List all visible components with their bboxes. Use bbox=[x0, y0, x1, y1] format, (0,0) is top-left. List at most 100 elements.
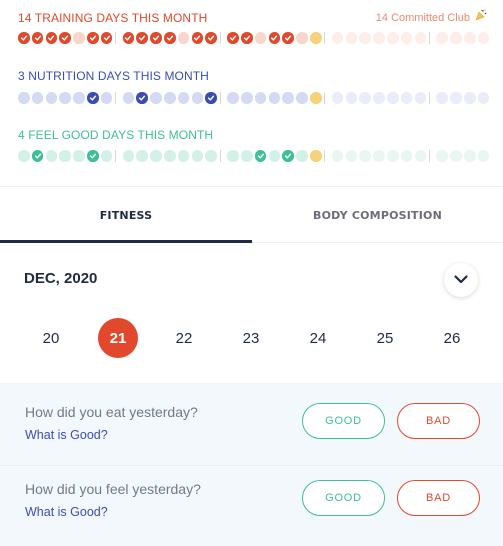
day-dot-done bbox=[254, 150, 267, 162]
day-dot-faint bbox=[387, 92, 399, 104]
day-dot-faint bbox=[373, 92, 385, 104]
day-dot-faint bbox=[359, 92, 371, 104]
day-dot-faint bbox=[331, 92, 344, 104]
month-expand-button[interactable] bbox=[444, 263, 478, 297]
day-dot-light bbox=[122, 150, 135, 162]
day-24[interactable]: 24 bbox=[298, 318, 338, 358]
checkmark-icon bbox=[166, 35, 173, 41]
day-dot-done bbox=[227, 32, 239, 44]
day-dot-light bbox=[18, 150, 30, 162]
day-dot-light bbox=[73, 92, 85, 104]
day-dot-light bbox=[59, 92, 71, 104]
question-divider bbox=[0, 465, 503, 466]
feel-good-button[interactable]: GOOD bbox=[302, 480, 385, 516]
day-dot-faint bbox=[464, 150, 476, 162]
checkmark-icon bbox=[285, 35, 292, 41]
eat-what-is-good-link[interactable]: What is Good? bbox=[25, 428, 108, 442]
day-dot-light bbox=[268, 92, 281, 104]
day-dot-light bbox=[100, 150, 113, 162]
day-selector: 20 21 22 23 24 25 26 bbox=[0, 318, 503, 358]
week-separator bbox=[115, 92, 117, 104]
tab-body-composition[interactable]: BODY COMPOSITION bbox=[252, 187, 503, 243]
checkmark-icon bbox=[271, 35, 278, 41]
checkmark-icon bbox=[62, 35, 69, 41]
day-dot-faint bbox=[436, 32, 448, 44]
eat-good-button[interactable]: GOOD bbox=[302, 403, 385, 439]
day-dot-light bbox=[73, 150, 85, 162]
day-dot-light bbox=[241, 92, 253, 104]
day-dot-faint bbox=[400, 150, 413, 162]
day-dot-light bbox=[227, 150, 239, 162]
day-dot-light bbox=[164, 150, 176, 162]
feel-what-is-good-link[interactable]: What is Good? bbox=[25, 505, 108, 519]
day-dot-light bbox=[296, 92, 308, 104]
week-separator bbox=[219, 32, 221, 44]
day-dot-done bbox=[268, 32, 281, 44]
checkmark-icon bbox=[34, 153, 41, 159]
week-separator bbox=[219, 150, 221, 162]
day-dot-faint bbox=[373, 150, 385, 162]
day-dot-done bbox=[31, 150, 44, 162]
day-dot-faint bbox=[464, 92, 476, 104]
feel-question-text: How did you feel yesterday? bbox=[25, 481, 201, 497]
nutrition-streak-title: 3 NUTRITION DAYS THIS MONTH bbox=[18, 69, 209, 83]
tab-bar: FITNESS BODY COMPOSITION bbox=[0, 186, 503, 243]
day-dot-done bbox=[136, 92, 148, 104]
week-separator bbox=[219, 92, 221, 104]
day-dot-light bbox=[18, 92, 30, 104]
nutrition-streak: 3 NUTRITION DAYS THIS MONTH bbox=[0, 60, 503, 120]
day-dot-future bbox=[296, 32, 308, 44]
checkmark-icon bbox=[285, 153, 292, 159]
day-dot-done bbox=[150, 32, 162, 44]
week-separator bbox=[324, 150, 326, 162]
eat-bad-button[interactable]: BAD bbox=[397, 403, 480, 439]
checkmark-icon bbox=[257, 153, 264, 159]
day-dot-faint bbox=[331, 150, 344, 162]
day-20[interactable]: 20 bbox=[31, 318, 71, 358]
day-dot-done bbox=[31, 32, 44, 44]
day-dot-light bbox=[177, 150, 190, 162]
day-dot-faint bbox=[477, 92, 490, 104]
checkmark-icon bbox=[194, 35, 201, 41]
committed-club-badge[interactable]: 14 Committed Club bbox=[376, 9, 487, 24]
day-dot-light bbox=[227, 92, 239, 104]
day-dot-faint bbox=[414, 32, 427, 44]
day-dot-faint bbox=[450, 32, 462, 44]
day-dot-faint bbox=[450, 150, 462, 162]
week-separator bbox=[428, 150, 430, 162]
day-dot-light bbox=[150, 92, 162, 104]
day-dot-today bbox=[310, 32, 322, 44]
training-streak: 14 TRAINING DAYS THIS MONTH 14 Committed… bbox=[0, 0, 503, 60]
day-dot-light bbox=[136, 150, 148, 162]
day-22[interactable]: 22 bbox=[164, 318, 204, 358]
day-dot-today bbox=[310, 92, 322, 104]
day-dot-done bbox=[191, 32, 204, 44]
checkmark-icon bbox=[208, 95, 215, 101]
feel-good-streak: 4 FEEL GOOD DAYS THIS MONTH bbox=[0, 120, 503, 180]
day-dot-light bbox=[45, 150, 58, 162]
day-21-selected[interactable]: 21 bbox=[98, 318, 138, 358]
day-dot-light bbox=[100, 92, 113, 104]
day-25[interactable]: 25 bbox=[365, 318, 405, 358]
day-dot-future bbox=[73, 32, 85, 44]
eat-question-text: How did you eat yesterday? bbox=[25, 404, 198, 420]
day-dot-done bbox=[164, 32, 176, 44]
day-dot-light bbox=[241, 150, 253, 162]
day-dot-faint bbox=[359, 32, 371, 44]
checkmark-icon bbox=[89, 95, 96, 101]
chevron-down-icon bbox=[454, 271, 468, 289]
training-day-dots bbox=[18, 32, 490, 44]
day-dot-done bbox=[205, 32, 217, 44]
day-dot-faint bbox=[345, 92, 358, 104]
day-dot-light bbox=[31, 92, 44, 104]
day-dot-faint bbox=[436, 92, 448, 104]
tab-fitness[interactable]: FITNESS bbox=[0, 187, 252, 243]
day-26[interactable]: 26 bbox=[432, 318, 472, 358]
feel-bad-button[interactable]: BAD bbox=[397, 480, 480, 516]
day-dot-light bbox=[296, 150, 308, 162]
week-separator bbox=[428, 32, 430, 44]
day-dot-faint bbox=[331, 32, 344, 44]
day-dot-done bbox=[122, 32, 135, 44]
day-23[interactable]: 23 bbox=[231, 318, 271, 358]
checkmark-icon bbox=[89, 35, 96, 41]
